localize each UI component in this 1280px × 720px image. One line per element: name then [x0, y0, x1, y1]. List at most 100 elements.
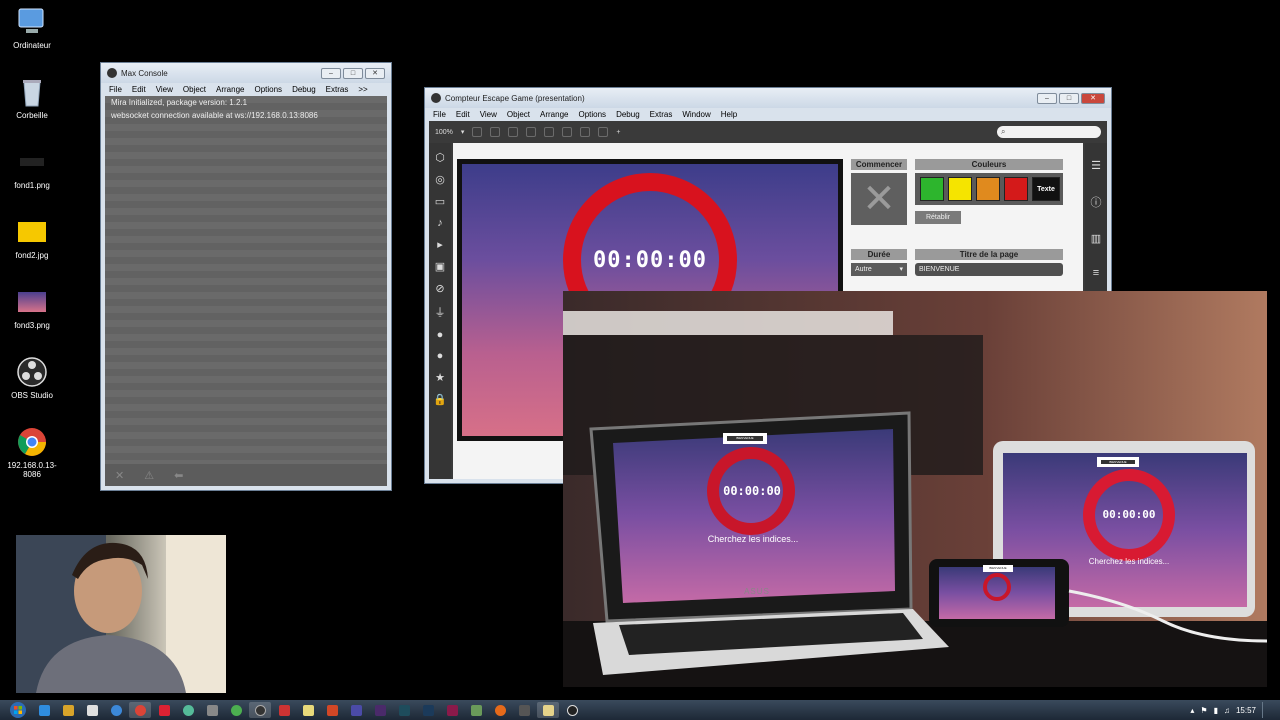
titre-input[interactable]: BIENVENUE	[915, 263, 1063, 276]
menu-help[interactable]: Help	[721, 110, 737, 119]
menu-more[interactable]: >>	[358, 85, 367, 94]
grid-icon[interactable]	[562, 127, 573, 137]
desktop-icon-corbeille[interactable]: Corbeille	[0, 76, 64, 120]
menu-list-icon[interactable]: ≡	[1093, 267, 1099, 279]
close-button[interactable]: ✕	[1081, 92, 1105, 104]
console-titlebar[interactable]: Max Console – □ ✕	[101, 63, 391, 83]
menu-debug[interactable]: Debug	[616, 110, 640, 119]
taskbar-app-vlc[interactable]	[153, 702, 175, 718]
taskbar-app-chrome2[interactable]	[225, 702, 247, 718]
menu-extras[interactable]: Extras	[650, 110, 673, 119]
taskbar-app-chrome-active[interactable]	[129, 702, 151, 718]
clock[interactable]: 15:57	[1236, 706, 1256, 715]
taskbar-app-ie[interactable]	[33, 702, 55, 718]
color-swatch-green[interactable]	[920, 177, 944, 201]
menu-file[interactable]: File	[109, 85, 122, 94]
taskbar-app-chrome[interactable]	[105, 702, 127, 718]
menu-window[interactable]: Window	[682, 110, 710, 119]
taskbar-app-audition[interactable]	[393, 702, 415, 718]
console-output[interactable]: Mira Initialized, package version: 1.2.1…	[105, 96, 387, 486]
taskbar-app-obs[interactable]	[561, 702, 583, 718]
paperclip-icon[interactable]: ⊘	[435, 282, 444, 295]
info-circle-icon[interactable]: ●	[437, 329, 444, 341]
star-icon[interactable]: ★	[435, 371, 445, 384]
taskbar-app-explorer[interactable]	[57, 702, 79, 718]
taskbar-app-max2[interactable]	[513, 702, 535, 718]
music-note-icon[interactable]: ♪	[437, 217, 443, 229]
taskbar-app-skype[interactable]	[201, 702, 223, 718]
delete-icon[interactable]	[526, 127, 537, 137]
list-icon[interactable]: ☰	[1091, 159, 1101, 172]
comment-icon[interactable]	[508, 127, 519, 137]
flag-icon[interactable]: ⚑	[1200, 706, 1207, 715]
menu-object[interactable]: Object	[183, 85, 206, 94]
menu-options[interactable]: Options	[254, 85, 282, 94]
volume-icon[interactable]: ♫	[1224, 706, 1230, 715]
presentation-titlebar[interactable]: Compteur Escape Game (presentation) – □ …	[425, 88, 1111, 108]
menu-options[interactable]: Options	[578, 110, 606, 119]
color-swatch-red[interactable]	[1004, 177, 1028, 201]
taskbar-app-max[interactable]	[249, 702, 271, 718]
maximize-button[interactable]: □	[1059, 92, 1079, 104]
presentation-toggle-icon[interactable]	[490, 127, 501, 137]
taskbar-app-indesign[interactable]	[441, 702, 463, 718]
network-icon[interactable]: ▮	[1214, 706, 1218, 715]
search-input[interactable]: ⌕	[997, 126, 1101, 138]
desktop-icon-ordinateur[interactable]: Ordinateur	[0, 6, 64, 50]
tray-expand-icon[interactable]: ▴	[1190, 706, 1194, 715]
desktop-icon-fond3[interactable]: fond3.png	[0, 286, 64, 330]
minimize-button[interactable]: –	[1037, 92, 1057, 104]
retablir-button[interactable]: Rétablir	[915, 211, 961, 224]
menu-edit[interactable]: Edit	[132, 85, 146, 94]
warning-icon[interactable]: ⚠	[144, 469, 154, 482]
minimize-button[interactable]: –	[321, 67, 341, 79]
taskbar-app-powerpoint[interactable]	[321, 702, 343, 718]
maximize-button[interactable]: □	[343, 67, 363, 79]
slider-icon[interactable]: ▭	[435, 195, 445, 208]
object-box-icon[interactable]: ⬡	[435, 151, 445, 164]
clear-icon[interactable]: ✕	[115, 469, 124, 482]
taskbar-app-photoshop[interactable]	[345, 702, 367, 718]
package-icon[interactable]: ●	[437, 350, 444, 362]
duree-select[interactable]: Autre ▾	[851, 263, 907, 276]
image-icon[interactable]: ▣	[435, 260, 445, 273]
hide-icon[interactable]	[580, 127, 591, 137]
desktop-icon-fond2[interactable]: fond2.jpg	[0, 216, 64, 260]
taskbar-app-premiere[interactable]	[369, 702, 391, 718]
taskbar-app-filezilla[interactable]	[273, 702, 295, 718]
zoom-select[interactable]: 100%	[435, 129, 453, 136]
menu-object[interactable]: Object	[507, 110, 530, 119]
menu-view[interactable]: View	[156, 85, 173, 94]
taskbar-app-firefox2[interactable]	[489, 702, 511, 718]
menu-arrange[interactable]: Arrange	[216, 85, 244, 94]
info-icon[interactable]: ⓘ	[1091, 194, 1102, 210]
show-desktop-button[interactable]	[1262, 702, 1270, 718]
menu-view[interactable]: View	[480, 110, 497, 119]
add-icon[interactable]: +	[616, 129, 620, 136]
menu-debug[interactable]: Debug	[292, 85, 316, 94]
menu-extras[interactable]: Extras	[326, 85, 349, 94]
plug-icon[interactable]: ⏚	[435, 304, 446, 320]
close-button[interactable]: ✕	[365, 67, 385, 79]
color-swatch-yellow[interactable]	[948, 177, 972, 201]
desktop-icon-obs[interactable]: OBS Studio	[0, 356, 64, 400]
menu-arrange[interactable]: Arrange	[540, 110, 568, 119]
menu-file[interactable]: File	[433, 110, 446, 119]
video-icon[interactable]: ▸	[437, 238, 443, 251]
lock-icon[interactable]: 🔒	[433, 393, 447, 406]
desktop-icon-chrome-shortcut[interactable]: 192.168.0.13-8086	[0, 426, 64, 479]
taskbar-app-firefox[interactable]	[177, 702, 199, 718]
back-icon[interactable]: ⬅	[174, 469, 183, 482]
taskbar-app-maps[interactable]	[465, 702, 487, 718]
color-swatch-orange[interactable]	[976, 177, 1000, 201]
taskbar-app-photoshop2[interactable]	[417, 702, 439, 718]
taskbar-app-media[interactable]	[81, 702, 103, 718]
lock-toggle-icon[interactable]	[472, 127, 483, 137]
taskbar-app-notepad[interactable]	[297, 702, 319, 718]
start-button[interactable]	[4, 701, 32, 719]
menu-edit[interactable]: Edit	[456, 110, 470, 119]
commencer-button[interactable]: ✕	[851, 173, 907, 225]
taskbar-app-folder[interactable]	[537, 702, 559, 718]
debug-icon[interactable]	[598, 127, 609, 137]
texte-color-button[interactable]: Texte	[1032, 177, 1060, 201]
